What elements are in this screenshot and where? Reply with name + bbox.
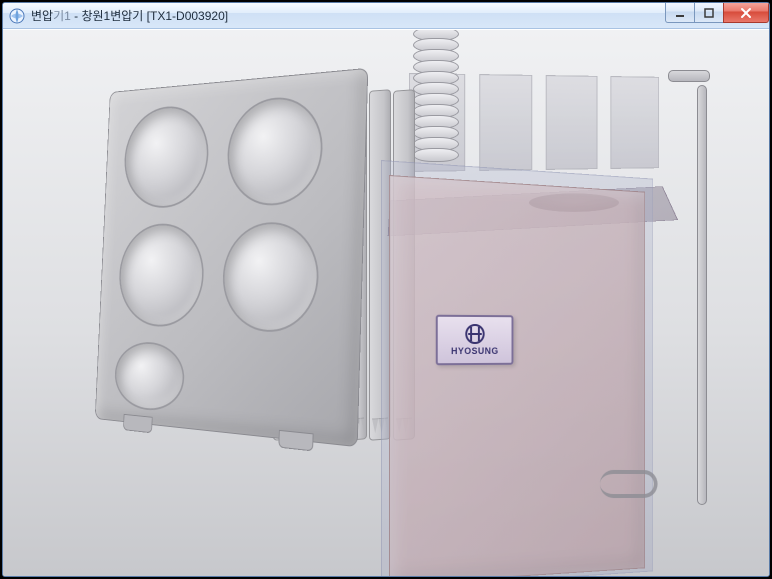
bg-box <box>479 74 533 171</box>
window-title: 변압기1 - 창원1변압기 [TX1-D003920] <box>31 7 228 24</box>
nameplate: HYOSUNG <box>436 315 514 366</box>
app-icon <box>9 8 25 24</box>
window-controls <box>666 3 769 23</box>
application-window: 변압기1 - 창원1변압기 [TX1-D003920] <box>2 2 770 577</box>
radiator-panel-assembly <box>33 65 453 465</box>
scene-root: HYOSUNG <box>3 30 769 576</box>
close-button[interactable] <box>723 3 769 23</box>
title-part-faded: 기1 <box>53 9 71 23</box>
maximize-icon <box>703 7 715 19</box>
viewport-3d[interactable]: HYOSUNG <box>3 29 769 576</box>
title-part-mid: - 창원1변압기 [ <box>71 9 150 23</box>
titlebar[interactable]: 변압기1 - 창원1변압기 [TX1-D003920] <box>3 3 769 29</box>
minimize-icon <box>674 7 686 19</box>
title-part-suffix: ] <box>225 9 228 23</box>
mount-notch <box>123 414 153 433</box>
title-part-prefix: 변압 <box>31 9 53 23</box>
oil-pipe <box>697 85 707 505</box>
cooling-fan <box>117 223 205 328</box>
tank-handle <box>600 470 658 498</box>
cooling-fan <box>122 103 210 209</box>
bg-box <box>610 76 659 169</box>
title-part-id: TX1-D003920 <box>150 9 225 23</box>
brand-logo-icon <box>462 324 487 344</box>
mount-notch <box>278 430 313 452</box>
cooling-fan <box>113 340 185 413</box>
cooling-fan <box>221 222 320 334</box>
window-outer-frame: 변압기1 - 창원1변압기 [TX1-D003920] <box>0 0 772 579</box>
brand-label: HYOSUNG <box>451 346 499 356</box>
close-icon <box>739 7 753 19</box>
minimize-button[interactable] <box>665 3 695 23</box>
radiator-panel <box>95 68 368 447</box>
cooling-fan <box>226 94 325 207</box>
bg-box <box>546 75 597 170</box>
maximize-button[interactable] <box>694 3 724 23</box>
